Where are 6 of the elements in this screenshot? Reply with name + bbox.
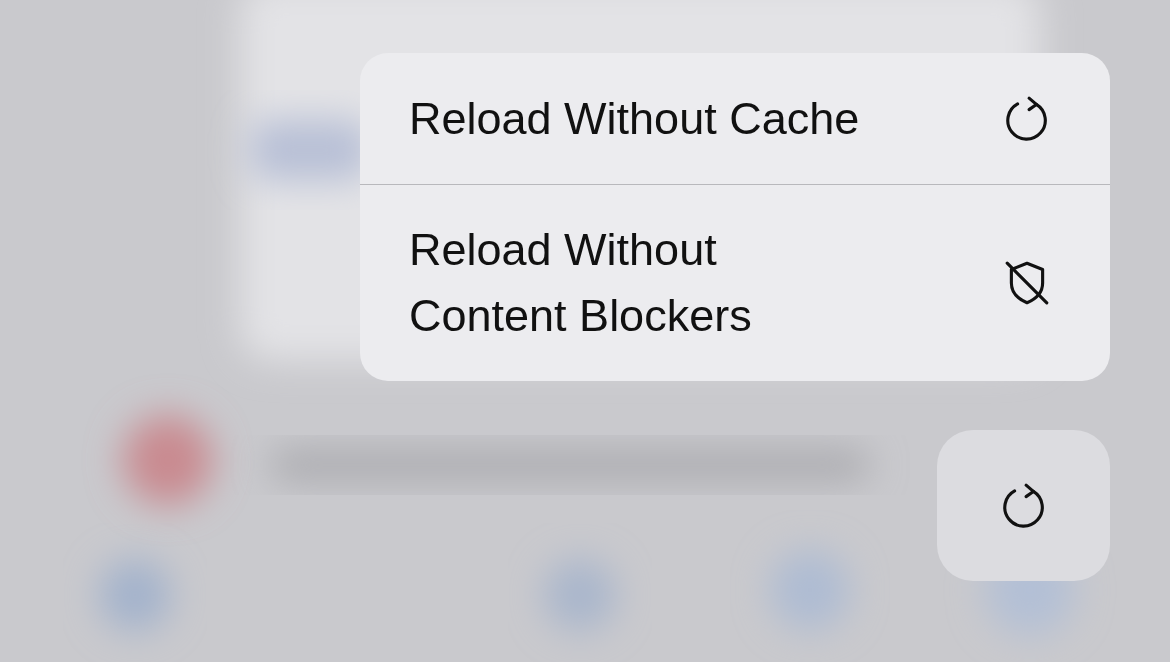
menu-item[interactable]: Reload Without Cache xyxy=(360,53,1110,184)
blurred-toolbar-icon xyxy=(99,559,171,631)
blurred-toolbar-icon xyxy=(544,559,616,631)
reload-button[interactable] xyxy=(937,430,1110,581)
menu-item[interactable]: Reload Without Content Blockers xyxy=(360,185,1110,381)
blurred-toolbar-icon xyxy=(770,550,850,630)
